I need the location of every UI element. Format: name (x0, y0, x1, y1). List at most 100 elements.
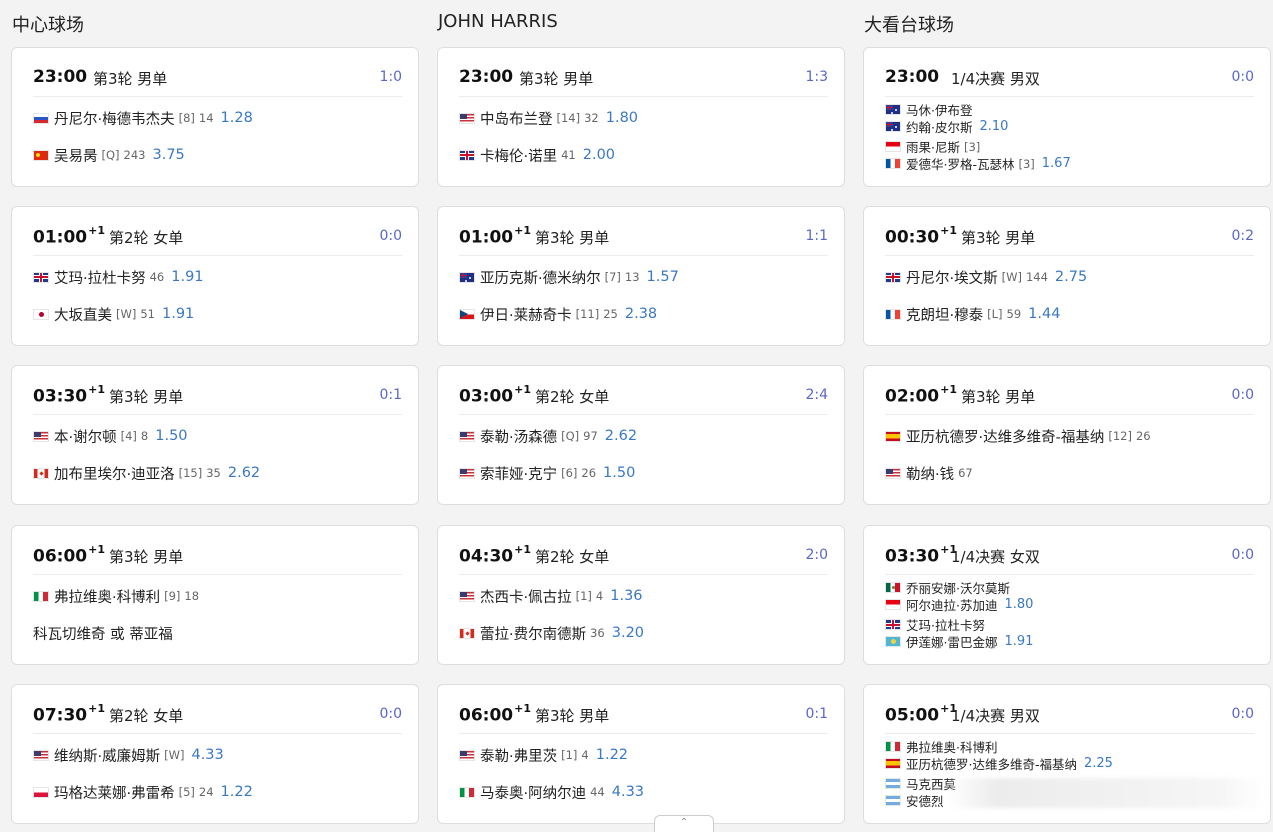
player-row[interactable]: 马休·伊布登 (885, 101, 1260, 118)
match-card[interactable]: 03:00+1 第2轮 女单 2:4 泰勒·汤森德 [Q] 97 2.62 索菲娅·克宁 [6]… (437, 365, 845, 505)
player-row[interactable]: 吴易昺 [Q] 243 3.75 (33, 145, 408, 165)
player-odds[interactable]: 1.91 (162, 306, 194, 322)
player-row[interactable]: 艾玛·拉杜卡努 (885, 616, 1260, 633)
player-row[interactable]: 科瓦切维奇 或 蒂亚福 (33, 623, 408, 643)
player-odds[interactable]: 2.62 (228, 465, 260, 481)
player-row[interactable]: 勒纳·钱 67 (885, 463, 1260, 483)
player-name[interactable]: 卡梅伦·诺里 (480, 145, 557, 166)
player-row[interactable]: 丹尼尔·梅德韦杰夫 [8] 14 1.28 (33, 108, 408, 128)
player-name[interactable]: 加布里埃尔·迪亚洛 (54, 463, 175, 484)
player-row[interactable]: 大坂直美 [W] 51 1.91 (33, 304, 408, 324)
player-odds[interactable]: 3.20 (612, 625, 644, 641)
player-name[interactable]: 丹尼尔·梅德韦杰夫 (54, 108, 175, 129)
match-score[interactable]: 0:1 (805, 706, 828, 722)
player-row[interactable]: 丹尼尔·埃文斯 [W] 144 2.75 (885, 267, 1260, 287)
player-row[interactable]: 伊莲娜·雷巴金娜 1.91 (885, 633, 1260, 650)
player-name[interactable]: 约翰·皮尔斯 (906, 117, 972, 136)
match-score[interactable]: 0:0 (1231, 706, 1254, 722)
player-odds[interactable]: 2.62 (605, 428, 637, 444)
player-row[interactable]: 亚历杭德罗·达维多维奇-福基纳 [12] 26 (885, 426, 1260, 446)
player-odds[interactable]: 4.33 (191, 747, 223, 763)
player-row[interactable]: 克朗坦·穆泰 [L] 59 1.44 (885, 304, 1260, 324)
player-odds[interactable]: 1.80 (606, 110, 638, 126)
match-card[interactable]: 23:00 1/4决赛 男双 0:0 马休·伊布登 约翰·皮尔斯 2.10 雨果·尼斯 [3]… (863, 47, 1271, 187)
match-card[interactable]: 07:30+1 第2轮 女单 0:0 维纳斯·威廉姆斯 [W] 4.33 玛格达莱娜·弗雷希… (11, 684, 419, 824)
match-score[interactable]: 0:0 (1231, 69, 1254, 85)
player-odds[interactable]: 1.50 (603, 465, 635, 481)
match-score[interactable]: 0:0 (1231, 547, 1254, 563)
player-odds[interactable]: 1.50 (155, 428, 187, 444)
player-name[interactable]: 克朗坦·穆泰 (906, 304, 983, 325)
player-odds[interactable]: 1.91 (1004, 634, 1033, 649)
player-name[interactable]: 弗拉维奥·科博利 (54, 586, 160, 607)
player-name[interactable]: 爱德华·罗格-瓦瑟林 (906, 154, 1014, 173)
player-odds[interactable]: 2.00 (583, 147, 615, 163)
player-row[interactable]: 乔丽安娜·沃尔莫斯 (885, 579, 1260, 596)
player-odds[interactable]: 4.33 (612, 784, 644, 800)
player-row[interactable]: 泰勒·弗里茨 [1] 4 1.22 (459, 745, 834, 765)
player-name[interactable]: 马泰奥·阿纳尔迪 (480, 782, 586, 803)
player-odds[interactable]: 1.22 (596, 747, 628, 763)
player-row[interactable]: 泰勒·汤森德 [Q] 97 2.62 (459, 426, 834, 446)
player-odds[interactable]: 2.10 (979, 119, 1008, 134)
player-row[interactable]: 阿尔迪拉·苏加迪 1.80 (885, 596, 1260, 613)
player-odds[interactable]: 1.36 (610, 588, 642, 604)
player-name[interactable]: 科瓦切维奇 或 蒂亚福 (33, 623, 173, 644)
match-card[interactable]: 01:00+1 第3轮 男单 1:1 亚历克斯·德米纳尔 [7] 13 1.57 伊日·莱赫奇… (437, 206, 845, 346)
match-card[interactable]: 06:00+1 第3轮 男单 0:1 泰勒·弗里茨 [1] 4 1.22 马泰奥·阿纳尔迪 44… (437, 684, 845, 824)
player-odds[interactable]: 1.28 (221, 110, 253, 126)
player-name[interactable]: 杰西卡·佩古拉 (480, 586, 572, 607)
player-row[interactable]: 中岛布兰登 [14] 32 1.80 (459, 108, 834, 128)
player-name[interactable]: 艾玛·拉杜卡努 (54, 267, 146, 288)
player-name[interactable]: 本·谢尔顿 (54, 426, 117, 447)
player-name[interactable]: 大坂直美 (54, 304, 112, 325)
player-row[interactable]: 弗拉维奥·科博利 [9] 18 (33, 586, 408, 606)
match-score[interactable]: 2:0 (805, 547, 828, 563)
match-score[interactable]: 0:2 (1231, 228, 1254, 244)
player-row[interactable]: 弗拉维奥·科博利 (885, 738, 1260, 755)
player-row[interactable]: 亚历克斯·德米纳尔 [7] 13 1.57 (459, 267, 834, 287)
player-name[interactable]: 玛格达莱娜·弗雷希 (54, 782, 175, 803)
match-score[interactable]: 1:1 (805, 228, 828, 244)
match-card[interactable]: 06:00+1 第3轮 男单 弗拉维奥·科博利 [9] 18 科瓦切维奇 或 蒂亚福 (11, 525, 419, 665)
player-row[interactable]: 爱德华·罗格-瓦瑟林 [3] 1.67 (885, 155, 1260, 172)
player-odds[interactable]: 1.91 (171, 269, 203, 285)
match-score[interactable]: 2:4 (805, 387, 828, 403)
player-name[interactable]: 丹尼尔·埃文斯 (906, 267, 998, 288)
scroll-up-tab[interactable]: ⌃ (654, 815, 714, 832)
player-odds[interactable]: 1.67 (1042, 156, 1071, 171)
match-card[interactable]: 01:00+1 第2轮 女单 0:0 艾玛·拉杜卡努 46 1.91 大坂直美 [W] 51 1.… (11, 206, 419, 346)
player-row[interactable]: 加布里埃尔·迪亚洛 [15] 35 2.62 (33, 463, 408, 483)
player-name[interactable]: 阿尔迪拉·苏加迪 (906, 595, 997, 614)
match-card[interactable]: 02:00+1 第3轮 男单 0:0 亚历杭德罗·达维多维奇-福基纳 [12] 26 勒纳·… (863, 365, 1271, 505)
player-name[interactable]: 伊日·莱赫奇卡 (480, 304, 572, 325)
player-row[interactable]: 杰西卡·佩古拉 [1] 4 1.36 (459, 586, 834, 606)
player-row[interactable]: 约翰·皮尔斯 2.10 (885, 118, 1260, 135)
player-name[interactable]: 吴易昺 (54, 145, 98, 166)
match-card[interactable]: 03:30+1 第3轮 男单 0:1 本·谢尔顿 [4] 8 1.50 加布里埃尔·迪亚洛 [1… (11, 365, 419, 505)
player-name[interactable]: 伊莲娜·雷巴金娜 (906, 632, 997, 651)
match-card[interactable]: 04:30+1 第2轮 女单 2:0 杰西卡·佩古拉 [1] 4 1.36 蕾拉·费尔南德斯 3… (437, 525, 845, 665)
player-name[interactable]: 蕾拉·费尔南德斯 (480, 623, 586, 644)
match-card[interactable]: 03:30+1 1/4决赛 女双 0:0 乔丽安娜·沃尔莫斯 阿尔迪拉·苏加迪 1.80 艾… (863, 525, 1271, 665)
player-row[interactable]: 雨果·尼斯 [3] (885, 138, 1260, 155)
player-name[interactable]: 泰勒·弗里茨 (480, 745, 557, 766)
player-name[interactable]: 勒纳·钱 (906, 463, 954, 484)
player-name[interactable]: 中岛布兰登 (480, 108, 553, 129)
player-row[interactable]: 索菲娅·克宁 [6] 26 1.50 (459, 463, 834, 483)
player-row[interactable]: 马泰奥·阿纳尔迪 44 4.33 (459, 782, 834, 802)
player-row[interactable]: 艾玛·拉杜卡努 46 1.91 (33, 267, 408, 287)
player-row[interactable]: 维纳斯·威廉姆斯 [W] 4.33 (33, 745, 408, 765)
player-row[interactable]: 亚历杭德罗·达维多维奇-福基纳 2.25 (885, 755, 1260, 772)
match-card[interactable]: 23:00 第3轮 男单 1:0 丹尼尔·梅德韦杰夫 [8] 14 1.28 吴易昺 [Q] 24… (11, 47, 419, 187)
player-odds[interactable]: 2.25 (1084, 756, 1113, 771)
player-row[interactable]: 蕾拉·费尔南德斯 36 3.20 (459, 623, 834, 643)
player-row[interactable]: 本·谢尔顿 [4] 8 1.50 (33, 426, 408, 446)
match-score[interactable]: 0:1 (379, 387, 402, 403)
player-row[interactable]: 卡梅伦·诺里 41 2.00 (459, 145, 834, 165)
match-card[interactable]: 00:30+1 第3轮 男单 0:2 丹尼尔·埃文斯 [W] 144 2.75 克朗坦·穆泰[… (863, 206, 1271, 346)
player-odds[interactable]: 2.75 (1055, 269, 1087, 285)
player-row[interactable]: 伊日·莱赫奇卡 [11] 25 2.38 (459, 304, 834, 324)
match-card[interactable]: 23:00 第3轮 男单 1:3 中岛布兰登 [14] 32 1.80 卡梅伦·诺里 41 2.0… (437, 47, 845, 187)
player-odds[interactable]: 2.38 (625, 306, 657, 322)
